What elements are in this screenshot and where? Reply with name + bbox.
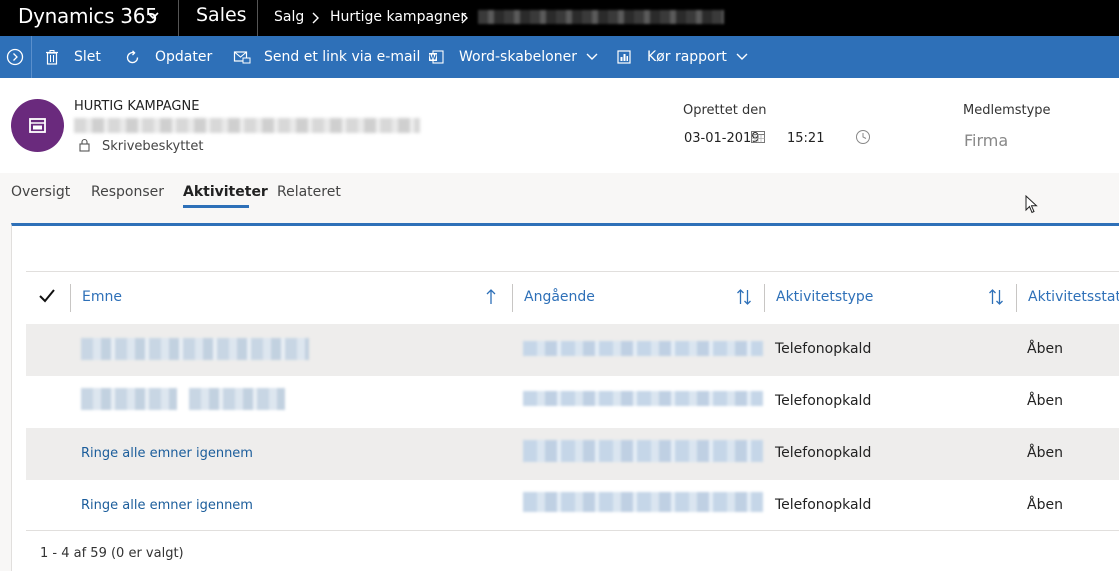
regarding-redacted[interactable] — [523, 492, 763, 512]
regarding-redacted[interactable] — [523, 341, 763, 356]
column-separator — [764, 284, 765, 312]
report-icon — [617, 50, 631, 64]
created-date-value: 03-01-2019 — [684, 131, 760, 146]
created-on-label: Oprettet den — [683, 103, 767, 118]
select-all-checkmark-icon[interactable] — [38, 288, 56, 304]
chevron-down-icon[interactable] — [146, 9, 160, 23]
table-row[interactable]: Ringe alle emner igennem Telefonopkald Å… — [26, 428, 1119, 480]
delete-button[interactable]: Slet — [44, 36, 101, 78]
table-row[interactable]: Telefonopkald Åben — [26, 324, 1119, 376]
member-type-value: Firma — [964, 131, 1009, 150]
chevron-down-icon — [736, 53, 748, 60]
record-header: HURTIG KAMPAGNE Skrivebeskyttet Oprettet… — [0, 78, 1119, 173]
table-row[interactable]: Ringe alle emner igennem Telefonopkald Å… — [26, 480, 1119, 532]
member-type-label: Medlemstype — [963, 103, 1051, 118]
refresh-label: Opdater — [155, 49, 213, 65]
sort-ascending-icon[interactable] — [485, 288, 497, 306]
divider — [178, 0, 179, 36]
word-templates-label: Word-skabeloner — [459, 49, 577, 65]
module-name[interactable]: Sales — [196, 4, 247, 26]
tab-responser[interactable]: Responser — [91, 184, 164, 200]
activity-type-cell: Telefonopkald — [775, 393, 872, 409]
email-link-label: Send et link via e-mail — [264, 49, 421, 65]
refresh-icon — [126, 49, 139, 63]
subject-redacted[interactable] — [81, 338, 309, 360]
subject-redacted[interactable] — [81, 388, 177, 410]
breadcrumb-hurtige-kampagner[interactable]: Hurtige kampagner — [330, 9, 466, 25]
subject-link[interactable]: Ringe alle emner igennem — [81, 446, 253, 461]
active-tab-indicator — [183, 205, 249, 208]
app-name[interactable]: Dynamics 365 — [18, 4, 158, 28]
tab-aktiviteter[interactable]: Aktiviteter — [183, 184, 268, 200]
svg-text:W: W — [429, 54, 437, 62]
trash-icon — [46, 50, 58, 65]
clock-icon[interactable] — [855, 129, 871, 145]
mouse-cursor-icon — [1025, 195, 1038, 214]
grid-header: Emne Angående Aktivitetstype Aktivitetss… — [26, 271, 1119, 324]
command-bar: Slet Opdater Send et link via e-mail W W… — [0, 36, 1119, 78]
table-row[interactable]: Telefonopkald Åben — [26, 376, 1119, 428]
breadcrumb-record-redacted — [478, 10, 724, 24]
record-name-redacted — [74, 118, 420, 133]
top-navigation-bar: Dynamics 365 Sales Salg Hurtige kampagne… — [0, 0, 1119, 36]
subject-link[interactable]: Ringe alle emner igennem — [81, 498, 253, 513]
sort-both-icon[interactable] — [988, 288, 1004, 306]
column-header-aktivitetstype[interactable]: Aktivitetstype — [776, 289, 873, 305]
activity-type-cell: Telefonopkald — [775, 497, 872, 513]
column-separator — [1016, 284, 1017, 312]
created-time-value: 15:21 — [787, 131, 825, 146]
tab-relateret[interactable]: Relateret — [277, 184, 341, 200]
regarding-redacted[interactable] — [523, 440, 763, 462]
activity-status-cell: Åben — [1027, 445, 1063, 461]
email-link-button[interactable]: Send et link via e-mail — [233, 36, 420, 78]
sort-both-icon[interactable] — [736, 288, 752, 306]
readonly-label: Skrivebeskyttet — [102, 139, 204, 154]
activity-type-cell: Telefonopkald — [775, 341, 872, 357]
activity-status-cell: Åben — [1027, 393, 1063, 409]
chevron-down-icon — [586, 53, 598, 60]
tab-oversigt[interactable]: Oversigt — [11, 184, 70, 200]
column-header-aktivitetsstatus[interactable]: Aktivitetsstatu — [1028, 289, 1119, 305]
email-link-icon — [233, 51, 251, 64]
column-separator — [512, 284, 513, 312]
chevron-right-icon — [461, 12, 468, 24]
grid-bottom-divider — [26, 530, 1119, 531]
column-header-angaaende[interactable]: Angående — [524, 289, 595, 305]
divider — [31, 36, 32, 78]
word-icon: W — [429, 50, 444, 64]
expand-button[interactable] — [0, 36, 30, 78]
word-templates-button[interactable]: W Word-skabeloner — [428, 36, 599, 78]
run-report-label: Kør rapport — [647, 49, 727, 65]
column-header-emne[interactable]: Emne — [82, 289, 122, 305]
activity-status-cell: Åben — [1027, 341, 1063, 357]
campaign-icon — [29, 118, 46, 133]
calendar-icon[interactable] — [750, 129, 766, 144]
divider — [257, 0, 258, 36]
circle-chevron-right-icon — [6, 48, 24, 66]
activity-type-cell: Telefonopkald — [775, 445, 872, 461]
regarding-redacted[interactable] — [523, 391, 763, 406]
refresh-button[interactable]: Opdater — [124, 36, 212, 78]
delete-label: Slet — [74, 49, 101, 65]
activity-status-cell: Åben — [1027, 497, 1063, 513]
run-report-button[interactable]: Kør rapport — [616, 36, 749, 78]
subject-redacted[interactable] — [189, 388, 285, 410]
avatar — [11, 99, 64, 152]
column-separator — [70, 284, 71, 312]
lock-icon — [79, 138, 90, 152]
record-type-label: HURTIG KAMPAGNE — [74, 99, 200, 114]
breadcrumb-salg[interactable]: Salg — [274, 9, 304, 25]
chevron-right-icon — [312, 12, 319, 24]
grid-status-text: 1 - 4 af 59 (0 er valgt) — [40, 546, 184, 561]
tab-bar: Oversigt Responser Aktiviteter Relateret — [0, 173, 1119, 223]
